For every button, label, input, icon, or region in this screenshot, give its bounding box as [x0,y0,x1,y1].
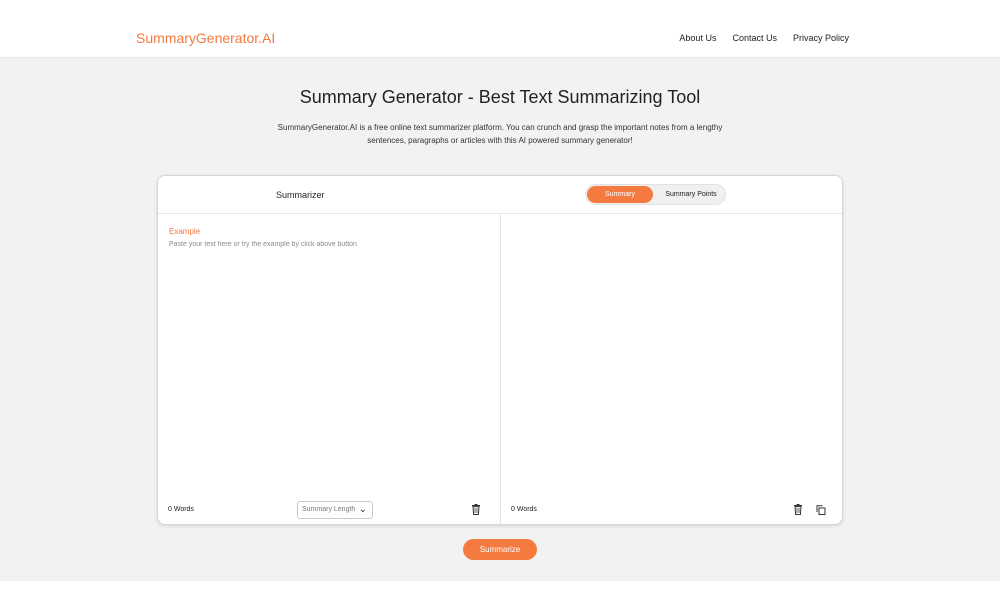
summary-length-label: Summary Length [302,506,356,513]
card-header: Summarizer Summary Summary Points [158,176,842,214]
footer-strip [0,581,1000,600]
example-link[interactable]: Example [169,227,200,236]
copy-icon[interactable] [816,505,826,515]
top-nav: About Us Contact Us Privacy Policy [679,33,849,43]
tab-summary[interactable]: Summary [587,186,653,203]
summarize-button[interactable]: Summarize [463,539,537,560]
site-logo[interactable]: SummaryGenerator.AI [136,30,275,46]
summarizer-label: Summarizer [276,190,325,200]
nav-about-us[interactable]: About Us [679,33,716,43]
tab-summary-points[interactable]: Summary Points [657,186,725,203]
nav-privacy-policy[interactable]: Privacy Policy [793,33,849,43]
summary-length-select[interactable]: Summary Length ⌄ [297,501,373,519]
mode-toggle: Summary Summary Points [585,184,726,205]
output-word-count: 0 Words [511,506,537,513]
summary-output [510,221,835,491]
trash-icon[interactable] [793,504,803,515]
page-title: Summary Generator - Best Text Summarizin… [299,87,701,107]
page-subtitle: SummaryGenerator.AI is a free online tex… [277,123,723,145]
nav-contact-us[interactable]: Contact Us [732,33,777,43]
summarizer-card: Summarizer Summary Summary Points Exampl… [157,175,843,525]
input-textarea[interactable] [168,241,488,486]
input-word-count: 0 Words [168,506,194,513]
trash-icon[interactable] [471,504,481,515]
pane-divider [500,214,501,525]
chevron-down-icon: ⌄ [358,504,367,515]
site-header: SummaryGenerator.AI About Us Contact Us … [0,0,1000,58]
